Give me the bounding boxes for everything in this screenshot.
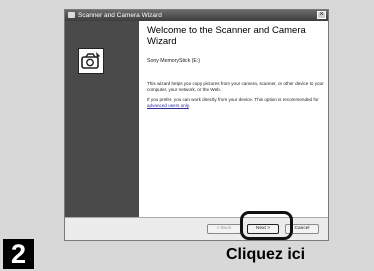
wizard-camera-icon xyxy=(78,48,104,74)
preference-note: If you prefer, you can work directly fro… xyxy=(147,97,325,109)
next-button-highlight xyxy=(240,211,293,240)
preference-end: . xyxy=(188,103,191,108)
wizard-sidebar xyxy=(65,21,139,218)
advanced-users-link[interactable]: advanced users only xyxy=(147,103,189,108)
camera-scanner-icon xyxy=(81,52,100,69)
preference-text: If you prefer, you can work directly fro… xyxy=(147,97,319,102)
wizard-content: Welcome to the Scanner and Camera Wizard… xyxy=(139,21,328,224)
title-bar[interactable]: Scanner and Camera Wizard × xyxy=(65,10,328,21)
scanner-camera-wizard-window: Scanner and Camera Wizard × Welcome to t… xyxy=(64,9,329,241)
wizard-heading: Welcome to the Scanner and Camera Wizard xyxy=(147,25,306,47)
device-name: Sony MemoryStick (E:) xyxy=(147,58,201,64)
back-button[interactable]: < Back xyxy=(207,224,241,234)
window-title: Scanner and Camera Wizard xyxy=(78,12,162,19)
camera-icon xyxy=(68,12,75,18)
close-button[interactable]: × xyxy=(317,11,326,19)
wizard-description: This wizard helps you copy pictures from… xyxy=(147,81,324,92)
step-number: 2 xyxy=(3,239,34,269)
click-here-caption: Cliquez ici xyxy=(226,246,306,263)
